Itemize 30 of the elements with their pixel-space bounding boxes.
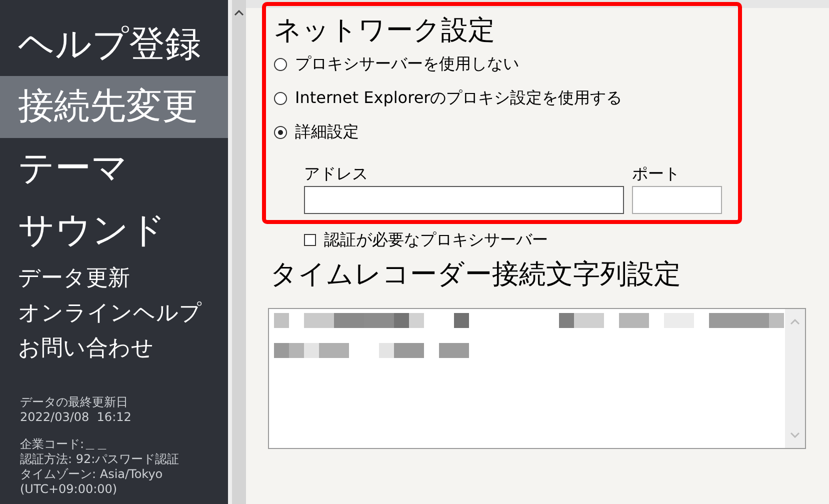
checkbox-option[interactable]: 認証が必要なプロキシサーバー	[304, 230, 829, 250]
section-title: タイムレコーダー接続文字列設定	[270, 258, 682, 292]
address-field[interactable]	[304, 186, 624, 214]
radio-icon[interactable]	[274, 92, 287, 104]
connection-string-field[interactable]	[268, 308, 806, 449]
sidebar-item[interactable]: 接続先変更	[0, 76, 228, 138]
info-text: 2022/03/08 16:12	[20, 410, 132, 425]
info-text: データの最終更新日	[20, 395, 129, 410]
field-label: アドレス	[304, 164, 369, 184]
radio-option[interactable]: Internet Explorerのプロキシ設定を使用する	[274, 88, 738, 108]
sidebar-item[interactable]: サウンド	[0, 200, 228, 262]
sidebar-item[interactable]: オンラインヘルプ	[0, 297, 228, 332]
sidebar-item[interactable]: データ更新	[0, 262, 228, 297]
sidebar-item[interactable]: テーマ	[0, 138, 228, 200]
sidebar-item[interactable]: ヘルプ登録	[0, 14, 228, 76]
field-label: ポート	[632, 164, 681, 184]
scrollbar[interactable]	[232, 0, 246, 504]
radio-option[interactable]: 詳細設定	[274, 122, 738, 142]
info-text: (UTC+09:00:00)	[20, 482, 118, 497]
section-title: ネットワーク設定	[274, 14, 496, 48]
radio-option[interactable]: プロキシサーバーを使用しない	[274, 54, 738, 74]
sidebar-item[interactable]: お問い合わせ	[0, 332, 228, 367]
port-field[interactable]	[632, 186, 722, 214]
checkbox[interactable]	[304, 234, 316, 246]
info-text: 認証方法: 92:パスワード認証	[20, 452, 180, 467]
scroll-up-icon[interactable]	[234, 10, 244, 16]
info-text: タイムゾーン: Asia/Tokyo	[20, 467, 164, 482]
radio-icon[interactable]	[274, 126, 287, 138]
info-text: 企業コード:＿＿	[20, 437, 110, 452]
radio-icon[interactable]	[274, 58, 287, 70]
